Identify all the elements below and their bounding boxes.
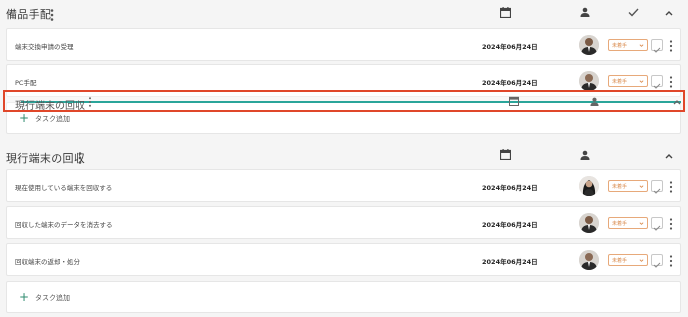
more-vert-icon[interactable] [669,76,673,88]
chevron-down-icon [639,185,644,188]
check-icon [653,262,661,268]
task-card[interactable]: 端末交換申請の受理 2024年06月24日 未着手 [6,28,681,61]
calendar-icon [509,96,519,106]
task-due-date[interactable]: 2024年06月24日 [482,77,538,87]
status-dropdown[interactable]: 未着手 [608,217,648,229]
section-title: 備品手配 [6,8,52,21]
task-card[interactable]: 現在使用している端末を回収する 2024年06月24日 未着手 [6,169,681,202]
check-icon [653,47,661,53]
chevron-up-icon[interactable] [665,10,673,16]
chevron-down-icon [639,259,644,262]
dragged-section-ghost[interactable]: 現行端末の回収 [3,90,685,112]
task-name[interactable]: 端末交換申請の受理 [15,41,74,51]
status-label: 未着手 [612,221,628,227]
add-task-button[interactable]: + タスク追加 [6,281,681,313]
task-name[interactable]: 回収端末の返却・処分 [15,256,80,266]
person-icon [590,97,599,106]
task-due-date[interactable]: 2024年06月24日 [482,41,538,51]
status-label: 未着手 [612,79,628,85]
chevron-down-icon [639,44,644,47]
assignee-avatar[interactable] [579,176,599,196]
chevron-up-icon[interactable] [665,153,673,159]
more-vert-icon[interactable] [50,9,54,21]
status-label: 未着手 [612,258,628,264]
check-icon [653,225,661,231]
add-icon: + [19,111,30,125]
person-icon[interactable] [580,7,590,17]
more-vert-icon[interactable] [669,218,673,230]
task-due-date[interactable]: 2024年06月24日 [482,182,538,192]
assignee-avatar[interactable] [579,213,599,233]
drop-indicator [21,101,681,103]
add-icon: + [19,290,30,304]
complete-checkbox[interactable] [651,75,663,89]
status-label: 未着手 [612,43,628,49]
more-vert-icon [89,97,91,107]
task-due-date[interactable]: 2024年06月24日 [482,256,538,266]
task-name[interactable]: 現在使用している端末を回収する [15,182,112,192]
status-dropdown[interactable]: 未着手 [608,75,648,87]
calendar-icon[interactable] [500,149,511,160]
status-dropdown[interactable]: 未着手 [608,254,648,266]
more-vert-icon[interactable] [669,255,673,267]
more-vert-icon[interactable] [669,40,673,52]
assignee-avatar[interactable] [579,71,599,91]
status-dropdown[interactable]: 未着手 [608,180,648,192]
calendar-icon[interactable] [500,7,511,18]
check-icon[interactable] [628,8,639,17]
complete-checkbox[interactable] [651,217,663,231]
check-icon [653,188,661,194]
chevron-down-icon [639,80,644,83]
assignee-avatar[interactable] [579,35,599,55]
assignee-avatar[interactable] [579,250,599,270]
add-task-label: タスク追加 [35,115,70,123]
task-card[interactable]: 回収端末の返却・処分 2024年06月24日 未着手 [6,243,681,276]
more-vert-icon[interactable] [669,181,673,193]
section-header-equipment: 備品手配 [0,0,688,28]
status-dropdown[interactable]: 未着手 [608,39,648,51]
task-name[interactable]: 回収した端末のデータを消去する [15,219,113,229]
complete-checkbox[interactable] [651,180,663,194]
chevron-up-icon [673,100,681,105]
complete-checkbox[interactable] [651,39,663,53]
person-icon[interactable] [580,150,590,160]
chevron-down-icon [639,222,644,225]
task-name[interactable]: PC手配 [15,77,36,87]
complete-checkbox[interactable] [651,254,663,268]
task-card[interactable]: 回収した端末のデータを消去する 2024年06月24日 未着手 [6,206,681,239]
section-title: 現行端末の回収 [6,152,86,165]
more-vert-icon[interactable] [78,152,82,164]
dragged-section-title: 現行端末の回収 [15,101,85,112]
section-header-device-collection: 現行端末の回収 [0,144,688,172]
add-task-label: タスク追加 [35,294,70,302]
status-label: 未着手 [612,184,628,190]
task-due-date[interactable]: 2024年06月24日 [482,219,538,229]
